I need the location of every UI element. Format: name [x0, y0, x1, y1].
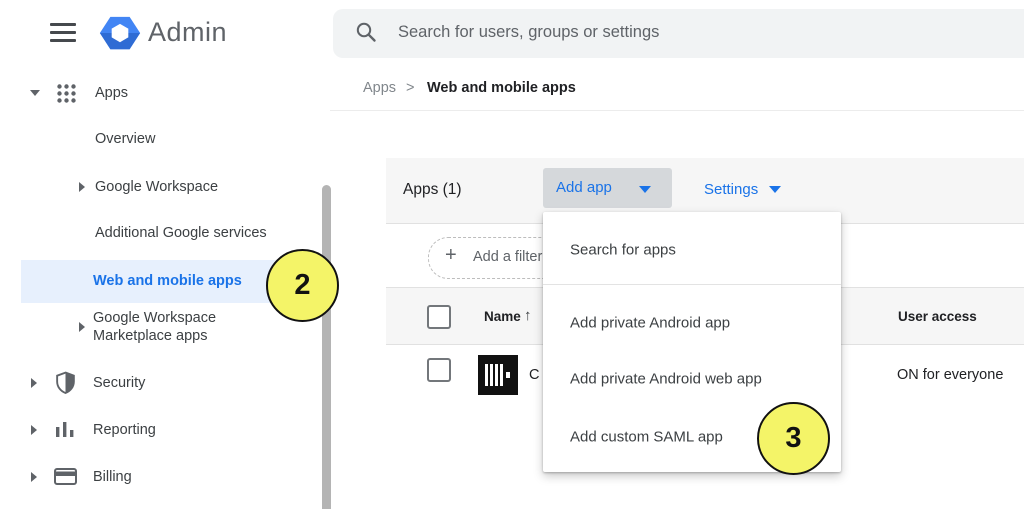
chevron-right-icon[interactable]: [31, 378, 37, 388]
annotation-step-2-badge: 2: [266, 249, 339, 322]
app-name-cell[interactable]: C: [529, 367, 539, 383]
app-logo-icon: [478, 355, 518, 395]
bar-chart-icon: [56, 421, 75, 444]
app-title: Admin: [148, 17, 227, 48]
admin-console-page: Admin Search for users, groups or settin…: [0, 0, 1024, 509]
sidebar-item-overview[interactable]: Overview: [95, 131, 155, 147]
chevron-right-icon[interactable]: [79, 182, 85, 192]
annotation-step-3-badge: 3: [757, 402, 830, 475]
sidebar-item-billing[interactable]: Billing: [93, 469, 132, 485]
chevron-right-icon[interactable]: [79, 322, 85, 332]
hamburger-menu-icon[interactable]: [50, 23, 76, 42]
breadcrumb-separator-icon: >: [406, 80, 414, 96]
chevron-right-icon[interactable]: [31, 425, 37, 435]
menu-item-add-custom-saml-app[interactable]: Add custom SAML app: [570, 429, 723, 446]
menu-divider: [543, 284, 841, 285]
chevron-down-icon[interactable]: [30, 90, 40, 96]
column-header-name[interactable]: Name: [484, 309, 521, 324]
add-filter-label[interactable]: Add a filter: [473, 249, 542, 265]
sidebar-item-security[interactable]: Security: [93, 375, 145, 391]
credit-card-icon: [54, 468, 77, 491]
plus-icon: +: [445, 244, 457, 267]
menu-item-add-private-android-web-app[interactable]: Add private Android web app: [570, 371, 762, 388]
sidebar-item-apps[interactable]: Apps: [95, 85, 128, 101]
column-header-user-access[interactable]: User access: [898, 309, 977, 324]
sidebar-scrollbar[interactable]: [322, 185, 331, 509]
menu-item-search-for-apps[interactable]: Search for apps: [570, 242, 676, 259]
sidebar-item-marketplace-apps[interactable]: Google Workspace Marketplace apps: [93, 309, 251, 345]
search-placeholder[interactable]: Search for users, groups or settings: [398, 23, 659, 42]
menu-item-add-private-android-app[interactable]: Add private Android app: [570, 315, 730, 332]
chevron-right-icon[interactable]: [31, 472, 37, 482]
sidebar-item-reporting[interactable]: Reporting: [93, 422, 156, 438]
apps-count-title: Apps (1): [403, 181, 462, 199]
chevron-down-icon: [639, 186, 651, 193]
sidebar-item-google-workspace[interactable]: Google Workspace: [95, 179, 218, 195]
add-app-label[interactable]: Add app: [556, 179, 612, 196]
user-access-cell: ON for everyone: [897, 367, 1003, 383]
sidebar-item-additional-google-services[interactable]: Additional Google services: [95, 225, 267, 241]
breadcrumb-current: Web and mobile apps: [427, 80, 576, 96]
shield-icon: [54, 371, 77, 399]
chevron-down-icon: [769, 186, 781, 193]
apps-grid-icon: [57, 84, 76, 108]
sort-ascending-icon[interactable]: ↑: [524, 307, 532, 324]
search-icon: [355, 21, 377, 48]
google-admin-logo-icon: [99, 12, 141, 59]
sidebar-item-web-and-mobile-apps[interactable]: Web and mobile apps: [93, 273, 242, 289]
select-all-checkbox[interactable]: [427, 305, 451, 329]
header-divider: [330, 110, 1024, 111]
row-checkbox[interactable]: [427, 358, 451, 382]
settings-button[interactable]: Settings: [704, 181, 758, 198]
breadcrumb-parent[interactable]: Apps: [363, 80, 396, 96]
